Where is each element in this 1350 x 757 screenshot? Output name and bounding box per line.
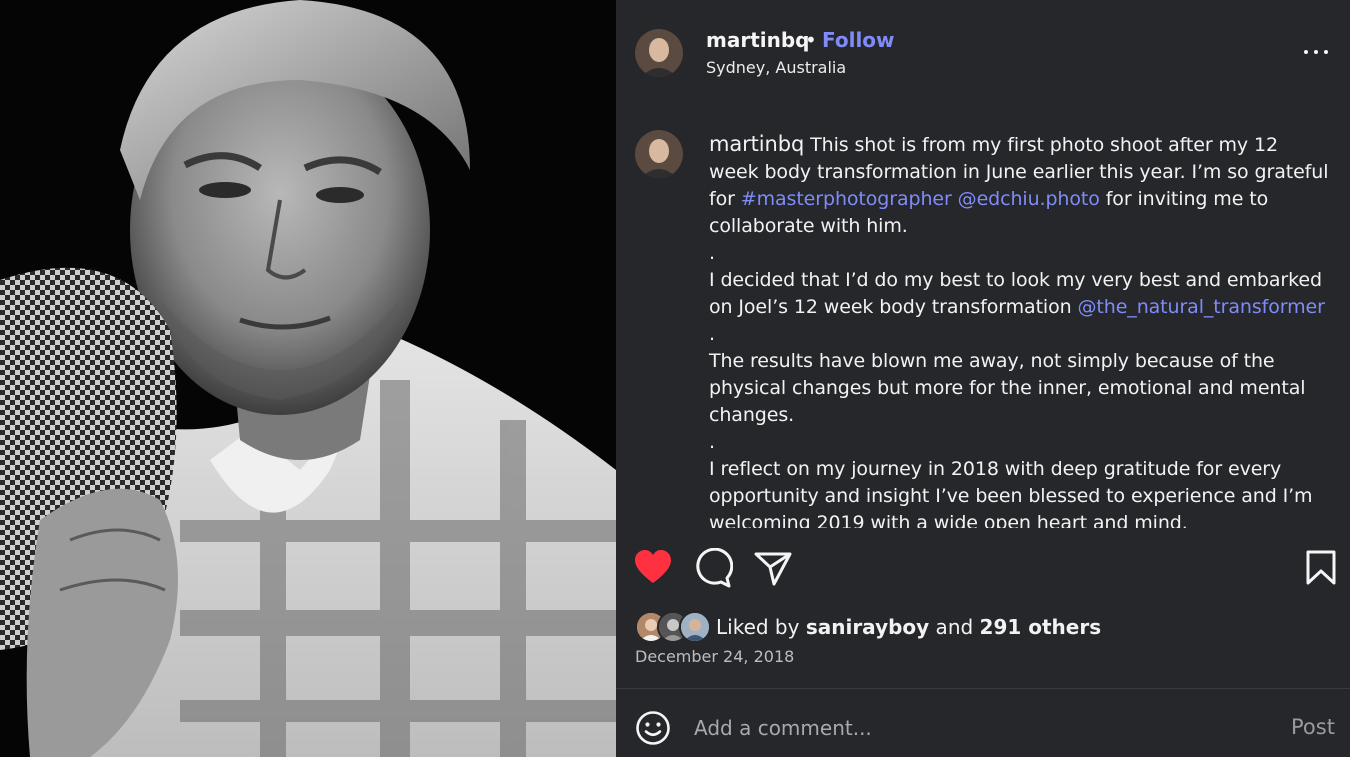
share-button[interactable] — [753, 548, 793, 588]
post-photo[interactable] — [0, 0, 616, 757]
caption-paragraph: The results have blown me away, not simp… — [709, 350, 1306, 426]
likes-others-link[interactable]: 291 others — [980, 615, 1102, 639]
mention-link[interactable]: @the_natural_transformer — [1078, 296, 1325, 318]
caption-paragraph: I reflect on my journey in 2018 with dee… — [709, 458, 1313, 528]
caption-username[interactable]: martinbq — [709, 132, 804, 156]
smiley-icon — [636, 711, 670, 745]
emoji-button[interactable] — [635, 710, 671, 746]
caption-dot: . — [709, 323, 715, 345]
caption-dot: . — [709, 431, 715, 453]
post-header: martinbq • Follow Sydney, Australia — [616, 0, 1350, 108]
post-comment-button[interactable]: Post — [1291, 715, 1335, 739]
bookmark-icon — [1306, 550, 1336, 585]
likes-prefix: Liked by — [716, 615, 806, 639]
comment-bar: Post — [616, 689, 1350, 757]
post-caption: martinbq This shot is from my first phot… — [709, 131, 1329, 528]
post-location[interactable]: Sydney, Australia — [706, 58, 846, 77]
portrait-photo — [0, 0, 616, 757]
hashtag-link[interactable]: #masterphotographer — [741, 188, 952, 210]
mention-link[interactable]: @edchiu.photo — [958, 188, 1100, 210]
comment-input[interactable] — [694, 713, 1254, 743]
caption-paragraph: martinbq This shot is from my first phot… — [709, 131, 1329, 240]
caption-dot: . — [709, 242, 715, 264]
like-button[interactable] — [633, 548, 673, 588]
author-avatar[interactable] — [635, 29, 683, 77]
follow-button[interactable]: Follow — [822, 28, 895, 52]
save-button[interactable] — [1302, 548, 1342, 588]
liker-username-link[interactable]: sanirayboy — [806, 615, 929, 639]
action-bar — [616, 548, 1350, 592]
caption-author-avatar[interactable] — [635, 130, 683, 178]
post-date[interactable]: December 24, 2018 — [635, 647, 794, 666]
separator-dot: • — [805, 28, 817, 52]
heart-filled-icon — [635, 550, 671, 583]
caption-paragraph: I decided that I’d do my best to look my… — [709, 267, 1329, 321]
author-username[interactable]: martinbq — [706, 28, 810, 52]
post-side-panel: martinbq • Follow Sydney, Australia mart… — [616, 0, 1350, 757]
likes-text: Liked by sanirayboy and 291 others — [716, 615, 1101, 639]
comment-icon — [696, 548, 733, 588]
likes-middle: and — [929, 615, 980, 639]
comment-button[interactable] — [693, 548, 733, 588]
caption-scroll-area[interactable]: martinbq This shot is from my first phot… — [616, 108, 1350, 528]
likes-summary: Liked by sanirayboy and 291 others — [635, 611, 1335, 643]
more-options-icon[interactable] — [1302, 46, 1330, 58]
liker-avatar[interactable] — [679, 611, 711, 643]
send-icon — [754, 552, 792, 586]
